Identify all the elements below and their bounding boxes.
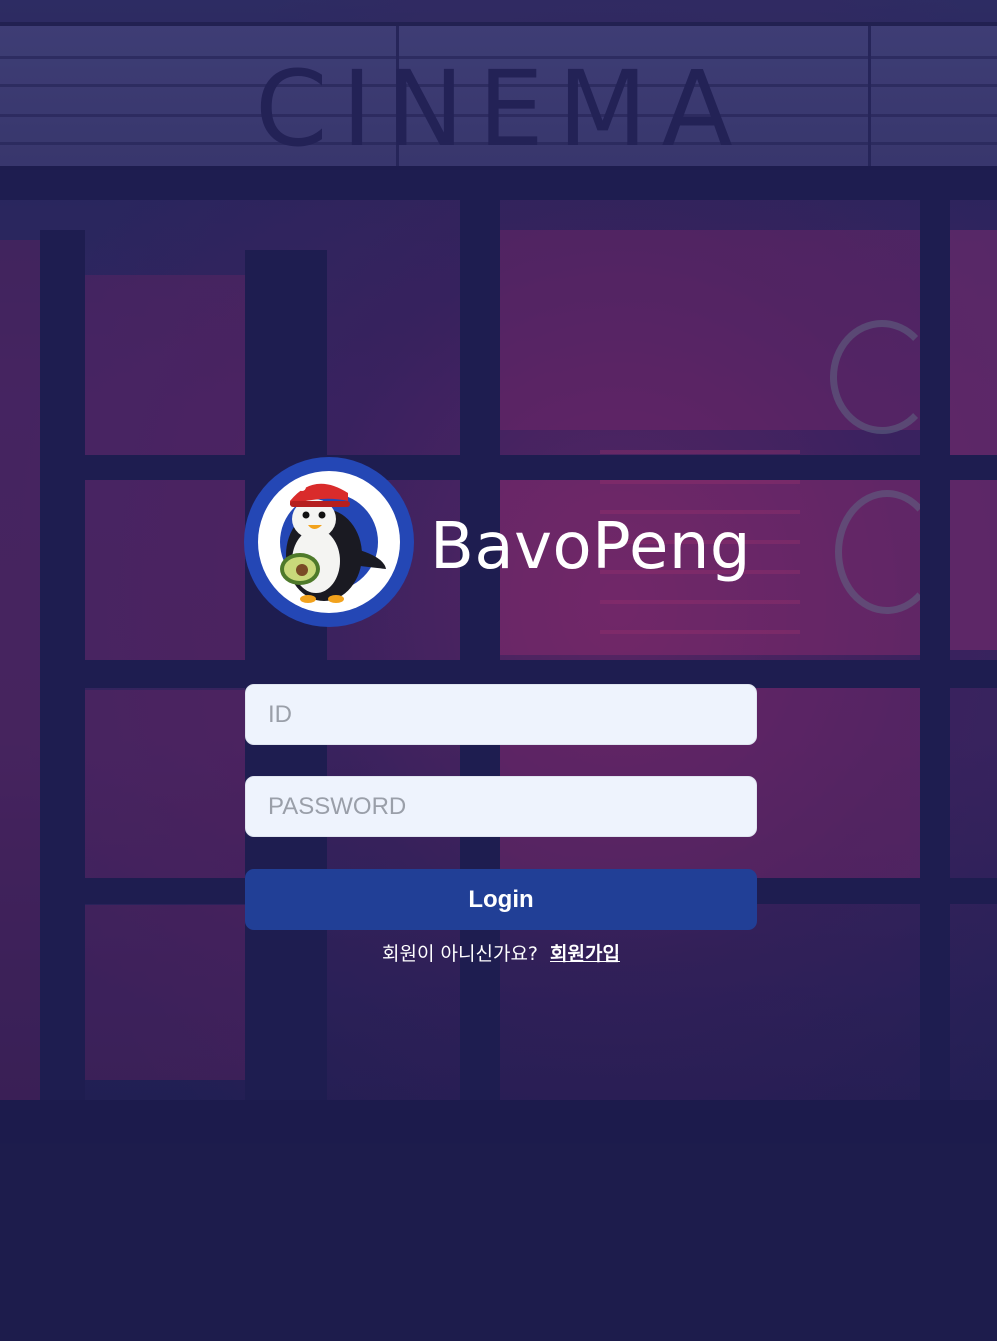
brand-header: BavoPeng <box>244 455 764 630</box>
password-input[interactable] <box>245 776 757 837</box>
cinema-background: CINEMA <box>0 0 997 1341</box>
signup-question: 회원이 아니신가요? <box>382 943 539 965</box>
signup-prompt: 회원이 아니신가요? 회원가입 <box>245 938 757 970</box>
brand-name: BavoPeng <box>430 510 752 584</box>
signup-link[interactable]: 회원가입 <box>550 943 620 965</box>
penguin-mascot-icon <box>244 457 414 627</box>
id-input[interactable] <box>245 684 757 745</box>
login-button[interactable]: Login <box>245 869 757 930</box>
